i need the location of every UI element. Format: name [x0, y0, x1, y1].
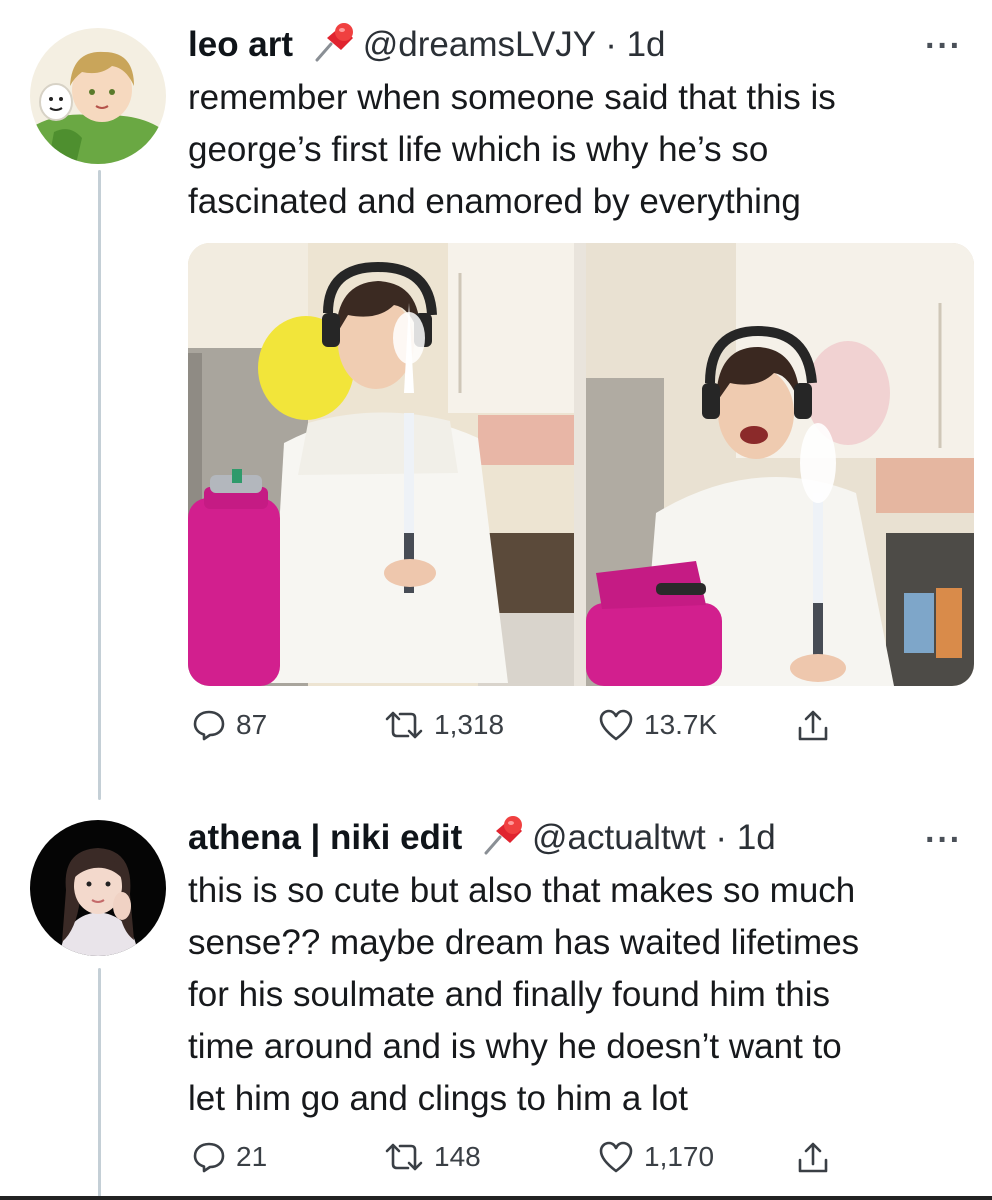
pushpin-icon: [480, 815, 526, 855]
reply-button[interactable]: 21: [192, 1140, 267, 1174]
heart-icon: [599, 709, 633, 741]
reply-count: 21: [236, 1141, 268, 1172]
meta-separator: ·: [715, 818, 728, 857]
bottom-divider: [0, 1196, 992, 1200]
heart-icon: [599, 1141, 633, 1173]
like-button[interactable]: 13.7K: [598, 708, 717, 742]
tweet-header: athena | niki edit @actualtwt · 1d: [188, 815, 776, 859]
thread-connector-line-lower: [98, 968, 101, 1200]
share-icon: [798, 1142, 828, 1173]
share-icon: [798, 710, 828, 741]
tweet-media[interactable]: [188, 243, 974, 686]
birthday-photo-left[interactable]: [188, 243, 574, 686]
birthday-photo-right[interactable]: [586, 243, 974, 686]
reply-icon: [193, 710, 225, 741]
tweet-timestamp[interactable]: 1d: [627, 25, 666, 64]
pushpin-icon: [311, 22, 357, 62]
author-handle[interactable]: @actualtwt: [532, 818, 706, 857]
retweet-count: 1,318: [434, 709, 505, 740]
author-name[interactable]: leo art: [188, 25, 293, 64]
author-handle[interactable]: @dreamsLVJY: [363, 25, 596, 64]
tweet-text: remember when someone said that this is …: [188, 78, 836, 221]
avatar-photo-icon: [30, 820, 166, 956]
like-button[interactable]: 1,170: [598, 1140, 714, 1174]
meta-separator: ·: [605, 25, 617, 64]
reply-icon: [193, 1142, 225, 1173]
tweet-timestamp[interactable]: 1d: [737, 818, 776, 857]
share-button[interactable]: [796, 708, 830, 744]
retweet-button[interactable]: 1,318: [384, 708, 504, 742]
tweet-text: this is so cute but also that makes so m…: [188, 871, 860, 1118]
more-options-icon[interactable]: ···: [925, 29, 962, 63]
avatar-illustration-icon: [30, 28, 166, 164]
reply-count: 87: [236, 709, 268, 740]
thread-connector-line: [98, 170, 101, 800]
tweet-header: leo art @dreamsLVJY · 1d: [188, 22, 666, 66]
retweet-count: 148: [434, 1141, 481, 1172]
more-options-icon[interactable]: ···: [925, 823, 962, 857]
retweet-button[interactable]: 148: [384, 1140, 481, 1174]
like-count: 1,170: [644, 1141, 715, 1172]
avatar-leo-art[interactable]: [30, 28, 166, 164]
retweet-icon: [385, 711, 423, 739]
retweet-icon: [385, 1143, 423, 1171]
author-name[interactable]: athena | niki edit: [188, 818, 462, 857]
reply-button[interactable]: 87: [192, 708, 267, 742]
like-count: 13.7K: [644, 709, 718, 740]
avatar-athena[interactable]: [30, 820, 166, 956]
share-button[interactable]: [796, 1140, 830, 1176]
